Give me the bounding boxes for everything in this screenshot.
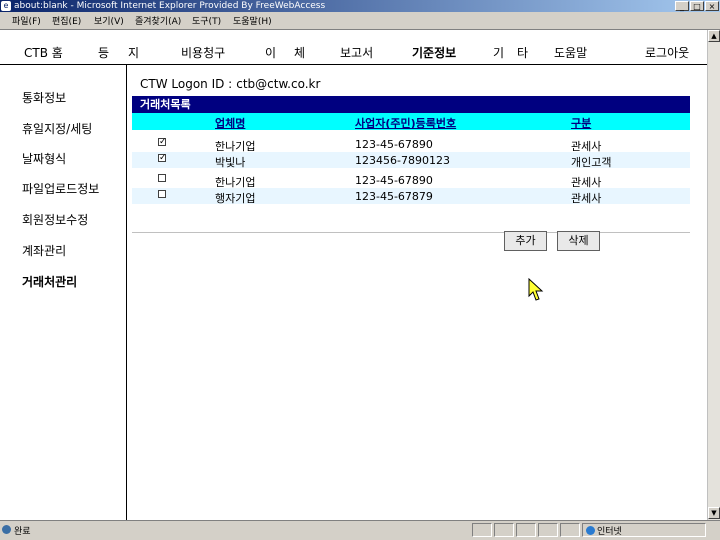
nav-transfer-1[interactable]: 이	[265, 44, 276, 61]
maximize-button[interactable]: □	[690, 1, 704, 11]
table-row: 한나기업 123-45-67890 관세사	[132, 172, 690, 189]
column-company-name[interactable]: 업체명	[215, 115, 245, 131]
row-registration-number: 123-45-67890	[355, 138, 433, 151]
row-checkbox[interactable]	[158, 190, 166, 198]
row-type: 개인고객	[571, 156, 612, 169]
page-content: CTB 홈 등 지 비용청구 이 체 보고서 기준정보 기 타 도움말 로그아웃…	[0, 30, 707, 520]
sidebar-item-date-format[interactable]: 날짜형식	[22, 150, 66, 167]
window-title: about:blank - Microsoft Internet Explore…	[14, 1, 326, 11]
nav-reports[interactable]: 보고서	[340, 44, 373, 61]
nav-logout[interactable]: 로그아웃	[645, 44, 689, 61]
row-checkbox[interactable]: ✓	[158, 138, 167, 147]
window-titlebar: e about:blank - Microsoft Internet Explo…	[0, 0, 720, 12]
table-row: ✓ 한나기업 123-45-67890 관세사	[132, 136, 690, 153]
row-registration-number: 123456-7890123	[355, 154, 450, 167]
security-zone: 인터넷	[586, 524, 622, 537]
sidebar-divider	[126, 65, 127, 520]
nav-help[interactable]: 도움말	[554, 44, 587, 61]
status-cell	[538, 523, 558, 537]
top-navigation: CTB 홈 등 지 비용청구 이 체 보고서 기준정보 기 타 도움말 로그아웃	[0, 30, 707, 64]
menu-favorites[interactable]: 즐겨찾기(A)	[135, 14, 181, 27]
menu-bar: 파일(F) 편집(E) 보기(V) 즐겨찾기(A) 도구(T) 도움말(H)	[0, 12, 720, 30]
menu-tools[interactable]: 도구(T)	[192, 14, 221, 27]
nav-transfer-2[interactable]: 체	[294, 44, 305, 61]
sidebar-item-member-edit[interactable]: 회원정보수정	[22, 211, 88, 228]
client-list-header: 업체명 사업자(주민)등록번호 구분	[132, 113, 690, 130]
browser-icon: e	[1, 1, 11, 11]
row-registration-number: 123-45-67890	[355, 174, 433, 187]
nav-register-2[interactable]: 지	[128, 44, 139, 61]
row-checkbox[interactable]	[158, 174, 166, 182]
mouse-pointer-icon	[528, 278, 544, 301]
table-row: 행자기업 123-45-67879 관세사	[132, 188, 690, 205]
nav-etc-2[interactable]: 타	[517, 44, 528, 61]
page-done-icon	[2, 525, 11, 534]
nav-divider	[0, 64, 707, 65]
status-cell	[472, 523, 492, 537]
sidebar-item-file-upload[interactable]: 파일업로드정보	[22, 180, 99, 197]
row-company-name: 행자기업	[215, 192, 256, 205]
row-checkbox[interactable]: ✓	[158, 154, 167, 163]
menu-view[interactable]: 보기(V)	[94, 14, 124, 27]
column-type[interactable]: 구분	[571, 115, 591, 131]
status-bar: 완료 인터넷	[0, 520, 720, 540]
close-button[interactable]: ×	[705, 1, 719, 11]
status-cell	[494, 523, 514, 537]
row-registration-number: 123-45-67879	[355, 190, 433, 203]
minimize-button[interactable]: _	[675, 1, 689, 11]
menu-edit[interactable]: 편집(E)	[52, 14, 81, 27]
logon-id: ctb@ctw.co.kr	[236, 77, 321, 91]
nav-billing[interactable]: 비용청구	[181, 44, 225, 61]
menu-file[interactable]: 파일(F)	[12, 14, 41, 27]
nav-register-1[interactable]: 등	[98, 44, 109, 61]
status-cell	[560, 523, 580, 537]
list-divider	[132, 232, 690, 233]
nav-etc-1[interactable]: 기	[493, 44, 504, 61]
column-registration-number[interactable]: 사업자(주민)등록번호	[355, 115, 456, 131]
vertical-scrollbar[interactable]: ▲ ▼	[707, 30, 720, 520]
table-row: ✓ 박빛나 123456-7890123 개인고객	[132, 152, 690, 169]
window-controls: _ □ ×	[675, 0, 719, 12]
internet-zone-icon	[586, 526, 595, 535]
scroll-up-icon[interactable]: ▲	[708, 30, 720, 42]
nav-master-data[interactable]: 기준정보	[412, 44, 456, 61]
add-button[interactable]: 추가	[504, 231, 547, 251]
scroll-down-icon[interactable]: ▼	[708, 507, 720, 519]
status-text: 완료	[14, 527, 31, 537]
logon-info: CTW Logon ID : ctb@ctw.co.kr	[140, 77, 320, 91]
menu-help[interactable]: 도움말(H)	[233, 14, 272, 27]
logon-label: CTW Logon ID :	[140, 77, 233, 91]
sidebar-item-accounts[interactable]: 계좌관리	[22, 242, 66, 259]
nav-ctb-home[interactable]: CTB 홈	[24, 44, 63, 61]
client-list-title: 거래처목록	[132, 96, 690, 113]
row-type: 관세사	[571, 192, 602, 205]
zone-label: 인터넷	[597, 527, 622, 537]
sidebar-item-holiday[interactable]: 휴일지정/세팅	[22, 120, 92, 137]
row-company-name: 박빛나	[215, 156, 246, 169]
delete-button[interactable]: 삭제	[557, 231, 600, 251]
sidebar-item-currency[interactable]: 통화정보	[22, 89, 66, 106]
sidebar-item-clients[interactable]: 거래처관리	[22, 273, 77, 290]
status-cell	[516, 523, 536, 537]
